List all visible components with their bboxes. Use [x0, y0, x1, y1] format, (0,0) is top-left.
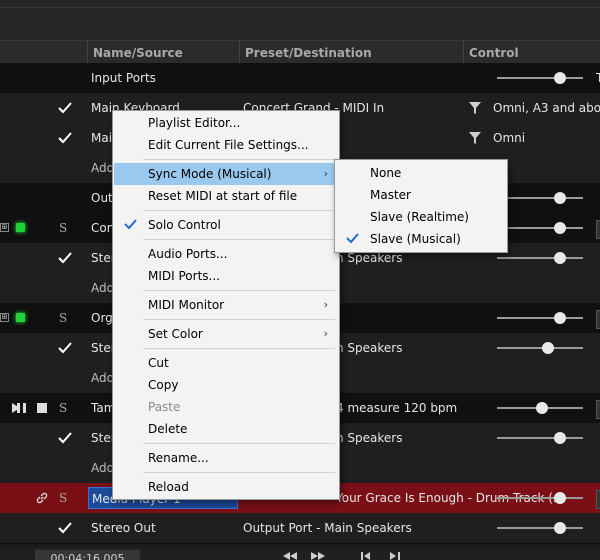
menu-separator [143, 319, 335, 320]
row-name: Con [91, 221, 115, 235]
row-name: Mai [91, 131, 113, 145]
link-icon[interactable] [36, 492, 48, 504]
chevron-right-icon: › [323, 327, 328, 340]
menu-item-paste: Paste [148, 400, 181, 414]
context-menu: Playlist Editor... Edit Current File Set… [112, 110, 340, 500]
solo-button[interactable]: S [59, 213, 67, 243]
menu-item-midi-ports[interactable]: MIDI Ports... [114, 265, 338, 287]
check-icon[interactable] [58, 342, 72, 354]
row-control: Omni, A3 and above [493, 101, 600, 115]
check-icon [124, 219, 137, 230]
right-box[interactable] [596, 310, 600, 329]
menu-item-sync-mode[interactable]: Sync Mode (Musical) › [114, 163, 338, 185]
check-icon [346, 233, 359, 244]
volume-slider[interactable] [497, 492, 583, 504]
solo-button[interactable]: S [59, 393, 67, 423]
menu-item-copy[interactable]: Copy [114, 374, 338, 396]
menu-item-playlist-editor[interactable]: Playlist Editor... [114, 112, 338, 134]
volume-slider[interactable] [497, 342, 583, 354]
row-preset: n Speakers [336, 431, 403, 445]
submenu-item-master[interactable]: Master [336, 184, 506, 206]
volume-slider[interactable] [497, 312, 583, 324]
solo-button[interactable]: S [59, 303, 67, 333]
row-right-text: T [596, 71, 600, 85]
header-preset-destination[interactable]: Preset/Destination [239, 41, 465, 65]
check-icon[interactable] [58, 522, 72, 534]
submenu-item-slave-musical[interactable]: Slave (Musical) [336, 228, 506, 250]
row-name: Out [91, 191, 113, 205]
header-control[interactable]: Control [463, 41, 600, 65]
row-preset: n Speakers [336, 341, 403, 355]
row-control: Omni [493, 131, 526, 145]
transport-bar: 00:04:16.005 [0, 548, 600, 560]
check-icon[interactable] [58, 252, 72, 264]
check-icon[interactable] [58, 432, 72, 444]
menu-separator [143, 239, 335, 240]
menu-item-set-color[interactable]: Set Color › [114, 323, 338, 345]
menu-separator [143, 159, 335, 160]
volume-slider[interactable] [497, 222, 583, 234]
right-box[interactable] [596, 490, 600, 509]
stop-icon[interactable] [37, 403, 47, 413]
menu-separator [143, 348, 335, 349]
row-input-ports[interactable]: Input Ports T [0, 63, 600, 94]
activity-led [16, 223, 25, 232]
volume-slider[interactable] [497, 402, 583, 414]
top-toolbar [0, 0, 600, 40]
submenu-item-slave-realtime[interactable]: Slave (Realtime) [336, 206, 506, 228]
rewind-icon[interactable] [283, 552, 297, 560]
menu-separator [143, 472, 335, 473]
volume-slider[interactable] [497, 192, 583, 204]
row-stereo-out[interactable]: Stereo Out Output Port - Main Speakers [0, 513, 600, 544]
menu-item-delete[interactable]: Delete [114, 418, 338, 440]
row-preset: 4 measure 120 bpm [336, 401, 458, 415]
menu-item-reset-midi[interactable]: Reset MIDI at start of file [114, 185, 338, 207]
row-name: Add [91, 161, 115, 175]
volume-slider[interactable] [497, 432, 583, 444]
row-name: Add [91, 281, 115, 295]
solo-button[interactable]: S [59, 483, 67, 513]
menu-item-audio-ports[interactable]: Audio Ports... [114, 243, 338, 265]
right-box[interactable] [596, 220, 600, 239]
time-display: 00:04:16.005 [35, 550, 140, 560]
menu-item-reload[interactable]: Reload [114, 476, 338, 498]
volume-slider[interactable] [497, 522, 583, 534]
menu-separator [143, 290, 335, 291]
menu-separator [143, 210, 335, 211]
row-name: Org [91, 311, 113, 325]
header-name-source[interactable]: Name/Source [87, 41, 243, 65]
row-name: Add [91, 461, 115, 475]
pause-icon[interactable] [17, 403, 27, 413]
menu-item-edit-file-settings[interactable]: Edit Current File Settings... [114, 134, 338, 156]
row-name: Input Ports [91, 71, 156, 85]
menu-item-midi-monitor[interactable]: MIDI Monitor › [114, 294, 338, 316]
skip-back-icon[interactable] [361, 552, 375, 560]
skip-forward-icon[interactable] [390, 552, 404, 560]
sync-mode-submenu: None Master Slave (Realtime) Slave (Musi… [334, 159, 508, 253]
menu-item-solo-control[interactable]: Solo Control [114, 214, 338, 236]
expand-icon[interactable]: ⊞ [0, 223, 9, 232]
check-icon[interactable] [58, 132, 72, 144]
expand-icon[interactable]: ⊞ [0, 313, 9, 322]
menu-item-rename[interactable]: Rename... [114, 447, 338, 469]
volume-slider[interactable] [497, 72, 583, 84]
volume-slider[interactable] [497, 252, 583, 264]
chevron-right-icon: › [323, 167, 328, 180]
filter-icon[interactable] [469, 132, 481, 144]
row-name: Add [91, 371, 115, 385]
check-icon[interactable] [58, 102, 72, 114]
chevron-right-icon: › [323, 298, 328, 311]
menu-item-cut[interactable]: Cut [114, 352, 338, 374]
filter-icon[interactable] [469, 102, 481, 114]
right-box[interactable] [596, 400, 600, 419]
submenu-item-none[interactable]: None [336, 162, 506, 184]
row-preset: Output Port - Main Speakers [243, 521, 412, 535]
fast-forward-icon[interactable] [311, 552, 325, 560]
activity-led [16, 313, 25, 322]
menu-separator [143, 443, 335, 444]
row-name: Stereo Out [91, 521, 156, 535]
